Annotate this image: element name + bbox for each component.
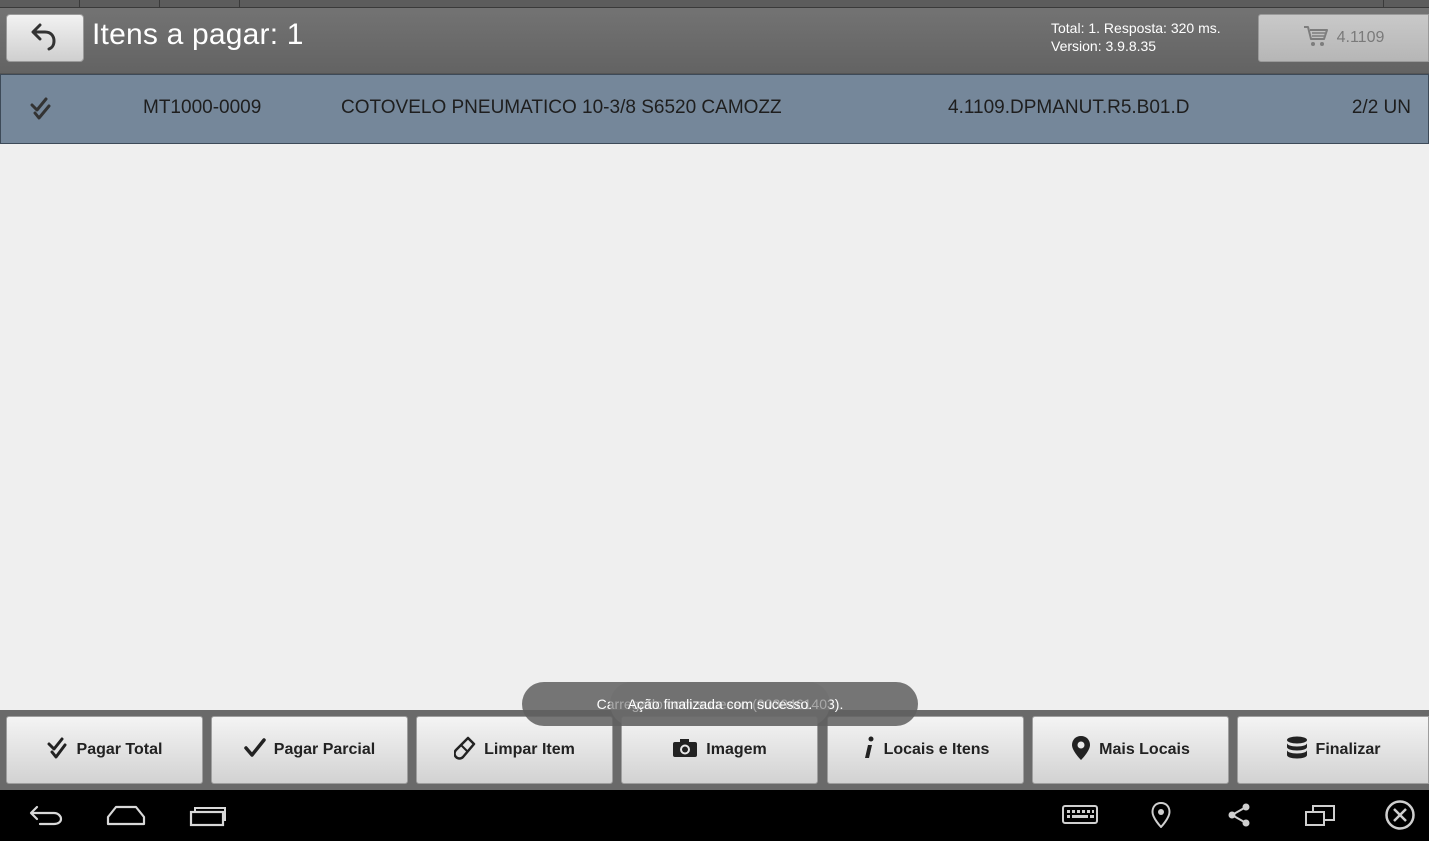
system-nav-bar <box>0 790 1429 841</box>
info-icon <box>862 736 876 765</box>
cart-button[interactable]: 4.1109 <box>1258 14 1429 62</box>
total-response-text: Total: 1. Resposta: 320 ms. <box>1051 20 1221 36</box>
item-description: COTOVELO PNEUMATICO 10-3/8 S6520 CAMOZZ <box>341 97 782 118</box>
locais-e-itens-button[interactable]: Locais e Itens <box>827 716 1024 784</box>
mais-locais-label: Mais Locais <box>1099 741 1190 758</box>
tab-2[interactable] <box>80 0 160 8</box>
limpar-item-label: Limpar Item <box>484 741 575 758</box>
location-icon[interactable] <box>1148 798 1174 832</box>
page-title: Itens a pagar: 1 <box>92 18 304 51</box>
cart-icon <box>1303 24 1329 53</box>
app-header: Itens a pagar: 1 Total: 1. Resposta: 320… <box>0 8 1429 74</box>
item-location: 4.1109.DPMANUT.R5.B01.D <box>948 97 1190 118</box>
map-pin-icon <box>1071 735 1091 766</box>
tab-strip <box>0 0 1429 8</box>
imagem-button[interactable]: Imagem <box>621 716 818 784</box>
close-icon[interactable] <box>1382 798 1418 832</box>
pagar-total-label: Pagar Total <box>76 741 163 758</box>
check-icon <box>244 737 266 764</box>
double-check-icon <box>47 737 69 764</box>
nav-recents-icon[interactable] <box>186 798 228 832</box>
pagar-total-button[interactable]: Pagar Total <box>6 716 203 784</box>
finalizar-label: Finalizar <box>1315 741 1381 758</box>
pagar-parcial-button[interactable]: Pagar Parcial <box>211 716 408 784</box>
item-quantity: 2/2 UN <box>1351 97 1411 118</box>
mais-locais-button[interactable]: Mais Locais <box>1032 716 1229 784</box>
double-check-icon <box>29 97 53 127</box>
pagar-parcial-label: Pagar Parcial <box>273 741 376 758</box>
toast-overlay-message: Ação finalizada com sucesso. <box>610 682 830 726</box>
database-icon <box>1286 736 1308 765</box>
response-info: Total: 1. Resposta: 320 ms. Version: 3.9… <box>1051 19 1221 55</box>
limpar-item-button[interactable]: Limpar Item <box>416 716 613 784</box>
back-button[interactable] <box>6 14 84 62</box>
tab-1[interactable] <box>0 0 80 8</box>
version-text: Version: 3.9.8.35 <box>1051 38 1157 54</box>
screen-rotate-icon[interactable] <box>1302 798 1338 832</box>
nav-home-icon[interactable] <box>104 798 148 832</box>
imagem-label: Imagem <box>706 741 767 758</box>
app-screen: Itens a pagar: 1 Total: 1. Resposta: 320… <box>0 0 1429 841</box>
share-icon[interactable] <box>1224 798 1254 832</box>
finalizar-button[interactable]: Finalizar <box>1237 716 1429 784</box>
cart-label: 4.1109 <box>1336 29 1385 46</box>
nav-back-icon[interactable] <box>26 798 66 832</box>
eraser-icon <box>453 736 476 765</box>
undo-arrow-icon <box>31 21 59 56</box>
locais-e-itens-label: Locais e Itens <box>883 741 990 758</box>
camera-icon <box>672 738 698 763</box>
keyboard-icon[interactable] <box>1060 798 1100 832</box>
item-code: MT1000-0009 <box>143 97 262 118</box>
list-item[interactable]: MT1000-0009 COTOVELO PNEUMATICO 10-3/8 S… <box>0 74 1429 144</box>
tab-3[interactable] <box>160 0 240 8</box>
tab-4[interactable] <box>1383 0 1429 8</box>
